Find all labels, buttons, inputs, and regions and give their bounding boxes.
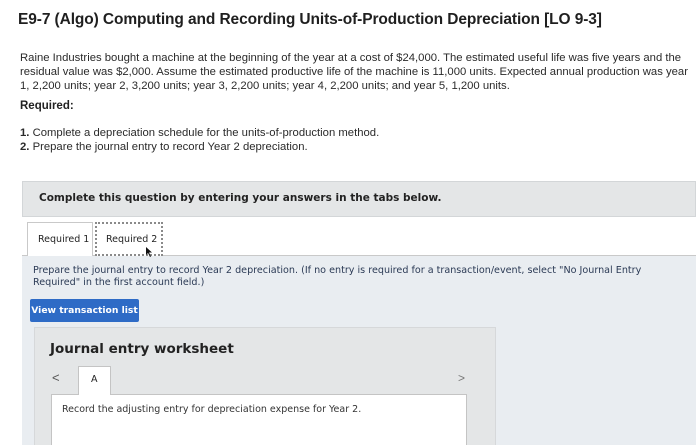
entry-tab-a[interactable]: A — [78, 366, 111, 395]
tab-label: Required 2 — [106, 234, 158, 245]
instruction-text: Complete this question by entering your … — [39, 192, 442, 204]
chevron-left-icon[interactable]: < — [52, 370, 60, 385]
instruction-bar: Complete this question by entering your … — [22, 181, 696, 217]
required-item: 1. Complete a depreciation schedule for … — [20, 126, 379, 140]
required-item-number: 1. — [20, 127, 30, 139]
tab-prompt: Prepare the journal entry to record Year… — [33, 265, 642, 288]
chevron-right-icon[interactable]: > — [458, 371, 465, 385]
required-item-text: Prepare the journal entry to record Year… — [32, 141, 308, 153]
mouse-cursor-icon — [145, 247, 153, 259]
entry-tab-label: A — [91, 374, 98, 385]
required-item-number: 2. — [20, 141, 30, 153]
required-list: 1. Complete a depreciation schedule for … — [20, 126, 379, 154]
required-item-text: Complete a depreciation schedule for the… — [32, 127, 380, 139]
tab-label: Required 1 — [38, 234, 90, 245]
worksheet-title: Journal entry worksheet — [50, 341, 234, 357]
tab-required-1[interactable]: Required 1 — [27, 222, 93, 256]
entry-panel — [51, 394, 467, 445]
page-title: E9-7 (Algo) Computing and Recording Unit… — [18, 11, 602, 28]
view-transaction-list-button[interactable]: View transaction list — [30, 299, 139, 322]
required-heading: Required: — [20, 100, 74, 112]
entry-description: Record the adjusting entry for depreciat… — [62, 404, 362, 415]
problem-statement: Raine Industries bought a machine at the… — [20, 52, 688, 92]
required-item: 2. Prepare the journal entry to record Y… — [20, 140, 379, 154]
